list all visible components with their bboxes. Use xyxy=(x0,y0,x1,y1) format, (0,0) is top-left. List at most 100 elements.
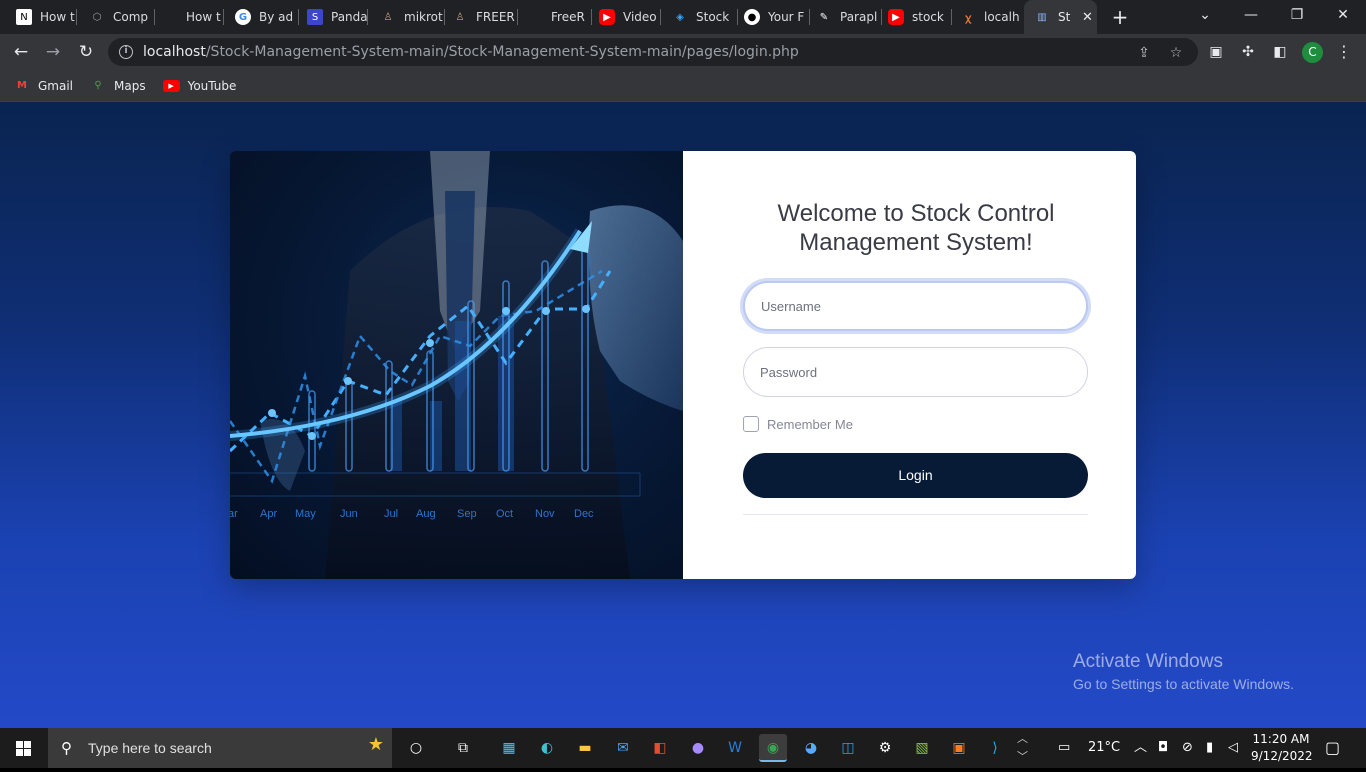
minimize-button[interactable]: — xyxy=(1228,0,1274,32)
restore-button[interactable]: ❐ xyxy=(1274,0,1320,32)
bookmark-youtube[interactable]: ▶ YouTube xyxy=(162,79,236,93)
month-label: Apr xyxy=(260,508,277,520)
weather-icon[interactable]: ▭ xyxy=(1058,739,1070,757)
remember-me-label: Remember Me xyxy=(767,416,853,432)
tab-title: FreeR xyxy=(551,10,585,24)
watermark-title: Activate Windows xyxy=(1073,651,1223,672)
bookmark-label: Maps xyxy=(114,78,146,93)
tab[interactable]: ꭓ localh xyxy=(944,0,1023,34)
word-icon[interactable]: W xyxy=(721,734,749,762)
system-clock[interactable]: 11:20 AM 9/12/2022 xyxy=(1251,731,1313,765)
login-card: ar Apr May Jun Jul Aug Sep Oct Nov Dec W… xyxy=(230,151,1136,579)
office-icon[interactable]: ◧ xyxy=(646,734,674,762)
edge-icon[interactable]: ◐ xyxy=(533,734,561,762)
github-desktop-icon[interactable]: ● xyxy=(684,734,712,762)
side-panel-icon[interactable]: ◧ xyxy=(1270,42,1290,62)
tab[interactable]: N How t xyxy=(0,0,77,34)
activate-windows-watermark: Activate Windows Go to Settings to activ… xyxy=(1073,651,1294,692)
address-bar[interactable]: i localhost/Stock-Management-System-main… xyxy=(108,38,1198,66)
divider xyxy=(743,514,1088,515)
bookmark-star-icon[interactable]: ☆ xyxy=(1167,44,1185,62)
cortana-icon[interactable]: ○ xyxy=(402,734,430,762)
password-input[interactable]: Password xyxy=(743,347,1088,397)
tab-search-button[interactable]: ⌄ xyxy=(1182,0,1228,32)
snip-icon[interactable]: ▧ xyxy=(908,734,936,762)
tab-title: Stock xyxy=(696,10,730,24)
show-hidden-icons-icon[interactable]: ︿ xyxy=(1134,739,1147,757)
meet-now-icon[interactable]: ◘ xyxy=(1158,739,1168,757)
start-button[interactable] xyxy=(0,728,48,768)
xampp-icon[interactable]: ▣ xyxy=(945,734,973,762)
remember-me-checkbox[interactable] xyxy=(743,416,759,432)
forward-arrow-icon[interactable]: → xyxy=(40,39,66,65)
remember-me[interactable]: Remember Me xyxy=(743,416,853,432)
drop-icon: ◈ xyxy=(676,11,684,23)
pen-icon: ✎ xyxy=(819,11,829,23)
taskbar-search[interactable]: ⚲ Type here to search ★ xyxy=(48,728,392,768)
month-label: Oct xyxy=(496,508,513,520)
puzzle-icon[interactable]: ✣ xyxy=(1238,42,1258,62)
url-text[interactable]: localhost/Stock-Management-System-main/S… xyxy=(143,44,799,60)
network-icon[interactable]: ⊘ xyxy=(1182,739,1193,757)
site-info-icon[interactable]: i xyxy=(119,45,133,59)
profile-avatar[interactable]: C xyxy=(1302,42,1323,63)
browser-icon[interactable]: ◕ xyxy=(797,734,825,762)
task-view-icon[interactable]: ⧉ xyxy=(449,734,477,762)
stock-chart-illustration: ar Apr May Jun Jul Aug Sep Oct Nov Dec xyxy=(230,151,683,579)
avatar-icon: ♙ xyxy=(383,11,393,23)
tab[interactable]: ● Your F xyxy=(728,0,810,34)
reload-icon[interactable]: ↻ xyxy=(73,39,99,65)
volume-icon[interactable]: ◁ xyxy=(1228,739,1238,757)
share-icon[interactable]: ⇪ xyxy=(1135,44,1153,62)
shield-icon: S xyxy=(307,9,323,25)
notion-icon: N xyxy=(16,9,32,25)
login-button[interactable]: Login xyxy=(743,453,1088,498)
youtube-icon: ▶ xyxy=(599,9,615,25)
gmail-icon: M xyxy=(17,80,27,91)
weather-temperature[interactable]: 21°C xyxy=(1088,739,1120,757)
settings-gear-icon[interactable]: ⚙ xyxy=(871,734,899,762)
tab-title: By ad xyxy=(259,10,294,24)
tab[interactable]: ▶ stock xyxy=(872,0,952,34)
tab[interactable]: ⬡ Comp xyxy=(73,0,155,34)
month-label: Aug xyxy=(416,508,436,520)
extension-icon[interactable]: ▣ xyxy=(1206,42,1226,62)
taskbar-scroll-icon[interactable]: ︿ ﹀ xyxy=(1017,730,1028,763)
vscode-icon[interactable]: ⟩ xyxy=(981,734,1009,762)
close-window-button[interactable]: ✕ xyxy=(1320,0,1366,32)
clock-time: 11:20 AM xyxy=(1252,732,1310,746)
close-tab-icon[interactable]: ✕ xyxy=(1082,10,1093,25)
kebab-menu-icon[interactable]: ⋮ xyxy=(1335,42,1353,62)
virtualbox-icon[interactable]: ◫ xyxy=(834,734,862,762)
tab-title: How t xyxy=(40,10,75,24)
tab-title: Your F xyxy=(768,10,805,24)
windows-logo-icon xyxy=(16,741,31,756)
tab-active[interactable]: ▥ St ✕ xyxy=(1024,0,1097,34)
tab[interactable]: ♙ FREER xyxy=(436,0,518,34)
file-explorer-icon[interactable]: ▬ xyxy=(571,734,599,762)
tab[interactable]: ▶ Video xyxy=(583,0,661,34)
new-tab-button[interactable]: + xyxy=(1108,5,1132,29)
month-label: ar xyxy=(230,508,238,520)
tab[interactable]: ♙ mikrot xyxy=(364,0,445,34)
month-label: Nov xyxy=(535,508,555,520)
bookmark-maps[interactable]: ⚲ Maps xyxy=(90,78,146,93)
username-input[interactable]: Username xyxy=(743,281,1088,331)
tab-title: FREER xyxy=(476,10,515,24)
battery-icon[interactable]: ▮ xyxy=(1206,739,1213,757)
chrome-icon[interactable]: ◉ xyxy=(759,734,787,762)
back-arrow-icon[interactable]: ← xyxy=(8,39,34,65)
bookmark-label: Gmail xyxy=(38,78,74,93)
store-icon[interactable]: ▦ xyxy=(495,734,523,762)
mail-icon[interactable]: ✉ xyxy=(609,734,637,762)
notifications-icon[interactable]: ▢ xyxy=(1325,739,1340,757)
bookmark-gmail[interactable]: M Gmail xyxy=(14,79,73,93)
tab[interactable]: ◈ Stock xyxy=(656,0,738,34)
tab[interactable]: ✎ Parapl xyxy=(800,0,882,34)
tab[interactable]: G By ad xyxy=(219,0,299,34)
watermark-subtitle: Go to Settings to activate Windows. xyxy=(1073,676,1294,692)
tab-title: How t xyxy=(186,10,221,24)
tab[interactable]: How t xyxy=(170,0,224,34)
bookmarks-bar: M Gmail ⚲ Maps ▶ YouTube xyxy=(0,70,1366,102)
tab[interactable]: S Panda xyxy=(291,0,368,34)
